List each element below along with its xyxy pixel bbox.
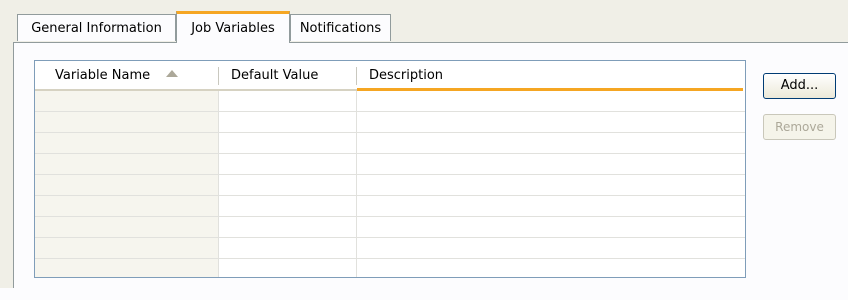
column-header-default-value[interactable]: Default Value [219,61,357,91]
table-cell[interactable] [219,217,357,237]
table-cell[interactable] [357,91,745,111]
table-cell[interactable] [219,259,357,277]
table-cell[interactable] [35,175,219,195]
table-cell[interactable] [219,133,357,153]
table-cell[interactable] [35,217,219,237]
tab-general-information[interactable]: General Information [17,14,176,41]
table-body [35,91,745,277]
table-row[interactable] [35,238,745,259]
table-cell[interactable] [357,133,745,153]
table-cell[interactable] [357,112,745,132]
table-cell[interactable] [219,154,357,174]
add-button[interactable]: Add... [763,73,836,99]
tab-job-variables[interactable]: Job Variables [176,11,290,43]
table-cell[interactable] [35,238,219,258]
table-cell[interactable] [35,112,219,132]
table-cell[interactable] [35,259,219,277]
variables-table[interactable]: Variable Name Default Value Description [34,60,746,278]
table-cell[interactable] [357,196,745,216]
remove-button[interactable]: Remove [763,114,836,140]
table-cell[interactable] [35,196,219,216]
column-header-label: Variable Name [55,68,151,83]
table-cell[interactable] [35,91,219,111]
table-row[interactable] [35,91,745,112]
table-cell[interactable] [357,259,745,277]
sort-ascending-icon [166,70,179,77]
table-cell[interactable] [219,238,357,258]
column-header-description[interactable]: Description [357,61,745,91]
table-cell[interactable] [35,154,219,174]
table-row[interactable] [35,259,745,277]
table-row[interactable] [35,133,745,154]
table-cell[interactable] [357,175,745,195]
table-cell[interactable] [357,154,745,174]
table-cell[interactable] [357,217,745,237]
table-cell[interactable] [35,133,219,153]
table-row[interactable] [35,154,745,175]
tab-strip: General Information Job Variables Notifi… [0,0,848,43]
table-cell[interactable] [219,112,357,132]
tab-notifications[interactable]: Notifications [290,14,391,41]
panel-bottom [0,288,848,300]
table-row[interactable] [35,175,745,196]
table-cell[interactable] [357,238,745,258]
table-row[interactable] [35,196,745,217]
table-row[interactable] [35,112,745,133]
table-cell[interactable] [219,175,357,195]
table-cell[interactable] [219,91,357,111]
table-row[interactable] [35,217,745,238]
column-header-variable-name[interactable]: Variable Name [35,61,219,91]
table-cell[interactable] [219,196,357,216]
table-header: Variable Name Default Value Description [35,61,745,91]
